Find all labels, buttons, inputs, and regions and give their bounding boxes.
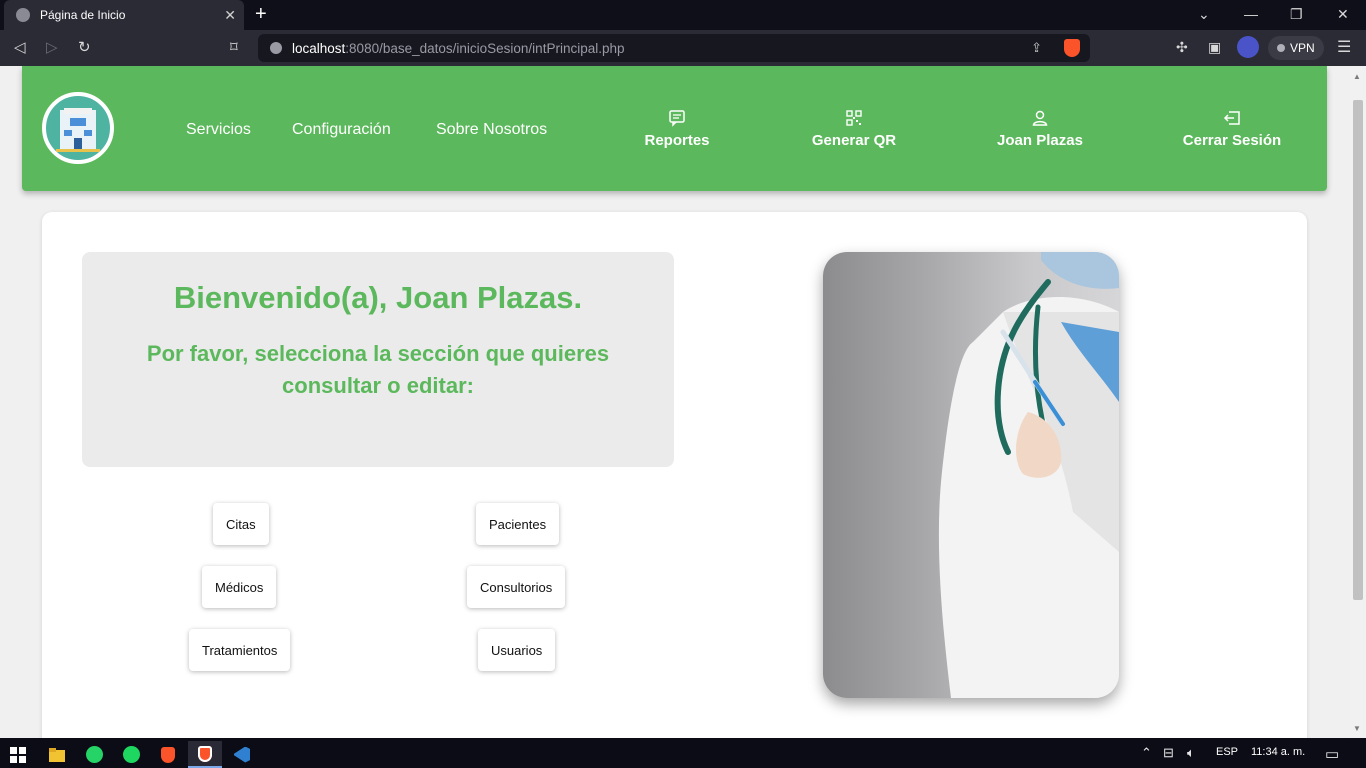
tab-search-icon[interactable]: ⌄ <box>1198 6 1210 23</box>
whatsapp-icon <box>85 746 103 763</box>
page-scrollbar[interactable]: ▲ ▼ <box>1350 66 1366 738</box>
file-explorer-icon <box>49 747 65 762</box>
brave-active-app[interactable] <box>188 741 222 768</box>
pacientes-button[interactable]: Pacientes <box>476 503 560 545</box>
brave-taskbar-icon <box>161 746 175 763</box>
back-icon[interactable]: ◁ <box>14 38 26 56</box>
doctor-illustration <box>938 252 1119 698</box>
user-profile-button[interactable]: Joan Plazas <box>997 108 1083 149</box>
windows-icon <box>10 746 26 763</box>
cerrar-sesion-button[interactable]: Cerrar Sesión <box>1182 108 1282 149</box>
nav-configuracion[interactable]: Configuración <box>292 121 391 139</box>
tratamientos-button[interactable]: Tratamientos <box>189 629 291 671</box>
browser-tab-bar: Página de Inicio ✕ + ⌄ — ❐ ✕ <box>0 0 1366 30</box>
brave-active-icon <box>198 745 212 762</box>
close-tab-icon[interactable]: ✕ <box>224 7 236 24</box>
brave-icon[interactable] <box>1064 39 1080 57</box>
vscode-icon <box>234 746 250 763</box>
welcome-title: Bienvenido(a), Joan Plazas. <box>173 280 583 315</box>
site-info-icon[interactable] <box>270 42 282 54</box>
bookmark-icon[interactable]: ⌑ <box>230 38 238 56</box>
consultorios-button[interactable]: Consultorios <box>467 566 566 608</box>
brave-app[interactable] <box>151 741 185 768</box>
whatsapp-app[interactable] <box>77 741 111 768</box>
url-host: localhost <box>292 40 346 56</box>
cerrar-sesion-label: Cerrar Sesión <box>1182 132 1282 149</box>
medicos-button[interactable]: Médicos <box>202 566 277 608</box>
welcome-subtitle: Por favor, selecciona la sección que qui… <box>146 341 610 398</box>
usuarios-button[interactable]: Usuarios <box>478 629 556 671</box>
language-indicator[interactable]: ESP <box>1216 746 1238 758</box>
browser-toolbar: ◁ ▷ ↻ ⌑ localhost :8080/base_datos/inici… <box>0 30 1366 66</box>
spotify-icon <box>122 746 140 763</box>
reload-icon[interactable]: ↻ <box>78 38 91 56</box>
site-header: Servicios Configuración Sobre Nosotros R… <box>22 66 1327 191</box>
hospital-logo[interactable] <box>42 92 114 164</box>
extensions-icon[interactable]: ✣ <box>1176 39 1188 56</box>
reportes-label: Reportes <box>644 132 710 149</box>
url-bar[interactable]: localhost :8080/base_datos/inicioSesion/… <box>258 34 1090 62</box>
minimize-icon[interactable]: — <box>1244 6 1258 22</box>
vpn-button[interactable]: VPN <box>1268 36 1324 60</box>
user-name-label: Joan Plazas <box>997 132 1083 149</box>
windows-taskbar: ⌃ ⊟ 🔈︎ ESP 11:34 a. m. ▭ <box>0 738 1366 768</box>
scroll-up-icon[interactable]: ▲ <box>1353 72 1361 81</box>
citas-button[interactable]: Citas <box>213 503 269 545</box>
generar-qr-button[interactable]: Generar QR <box>810 108 898 149</box>
clock[interactable]: 11:34 a. m. <box>1251 746 1305 758</box>
profile-icon[interactable] <box>1237 36 1259 58</box>
vpn-status-icon <box>1277 44 1285 52</box>
spotify-app[interactable] <box>114 741 148 768</box>
user-icon <box>1032 110 1048 126</box>
close-window-icon[interactable]: ✕ <box>1337 6 1349 23</box>
vscode-app[interactable] <box>225 741 259 768</box>
tab-title: Página de Inicio <box>40 8 126 22</box>
doctor-photo <box>823 252 1119 698</box>
page-viewport: Servicios Configuración Sobre Nosotros R… <box>0 66 1350 738</box>
generar-qr-label: Generar QR <box>811 132 897 149</box>
message-icon <box>669 110 685 127</box>
qr-code-icon <box>846 110 862 126</box>
globe-icon <box>16 8 30 22</box>
restore-icon[interactable]: ❐ <box>1290 6 1303 23</box>
network-icon[interactable]: ⊟ <box>1163 745 1174 761</box>
file-explorer-app[interactable] <box>40 741 74 768</box>
reportes-button[interactable]: Reportes <box>644 108 710 149</box>
new-tab-button[interactable]: + <box>255 4 267 24</box>
vpn-label: VPN <box>1290 41 1315 55</box>
nav-servicios[interactable]: Servicios <box>186 121 251 139</box>
share-icon[interactable]: ⇪ <box>1031 40 1042 56</box>
windows-start-button[interactable] <box>1 741 35 768</box>
volume-icon[interactable]: 🔈︎ <box>1187 745 1195 761</box>
nav-sobre-nosotros[interactable]: Sobre Nosotros <box>436 121 547 139</box>
forward-icon[interactable]: ▷ <box>46 38 58 56</box>
scroll-down-icon[interactable]: ▼ <box>1353 724 1361 733</box>
notification-icon[interactable]: ▭ <box>1325 745 1339 763</box>
logout-icon <box>1223 111 1240 125</box>
sidebar-icon[interactable]: ▣ <box>1208 39 1221 56</box>
main-card: Bienvenido(a), Joan Plazas. Por favor, s… <box>42 212 1307 738</box>
menu-icon[interactable]: ☰ <box>1337 37 1351 57</box>
scroll-thumb[interactable] <box>1353 100 1363 600</box>
url-path: :8080/base_datos/inicioSesion/intPrincip… <box>345 40 625 56</box>
hospital-building-icon <box>56 108 100 152</box>
browser-tab[interactable]: Página de Inicio ✕ <box>4 0 244 30</box>
show-hidden-icons[interactable]: ⌃ <box>1141 745 1152 761</box>
welcome-panel: Bienvenido(a), Joan Plazas. Por favor, s… <box>82 252 674 467</box>
